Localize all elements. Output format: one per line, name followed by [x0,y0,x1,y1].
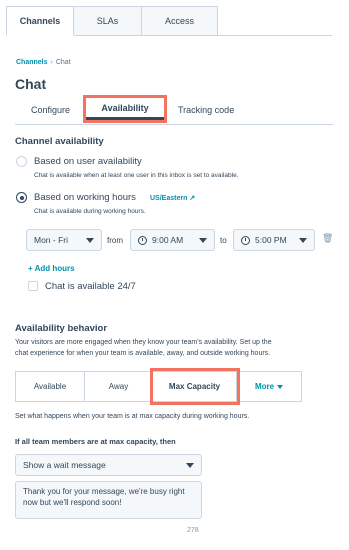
page-number: 278 [187,527,199,534]
page-title: Chat [15,76,47,92]
from-time-value: 9:00 AM [152,235,184,245]
availability-behavior-description: Your visitors are more engaged when they… [15,337,345,359]
top-tabs: Channels SLAs Access [6,6,218,36]
option-user-availability-label: Based on user availability [34,156,142,167]
tab-max-capacity[interactable]: Max Capacity [150,368,240,405]
channel-availability-heading: Channel availability [15,136,104,147]
clock-icon [241,235,250,245]
chevron-down-icon [299,238,307,243]
to-label: to [220,236,227,245]
availability-behavior-heading: Availability behavior [15,323,108,334]
chevron-down-icon [86,238,94,243]
to-time-select[interactable]: 5:00 PM [233,229,315,251]
tab-slas[interactable]: SLAs [74,6,142,36]
timezone-link[interactable]: US/Eastern ↗ [150,194,195,202]
chevron-down-icon [199,238,207,243]
to-time-value: 5:00 PM [255,235,287,245]
from-label: from [107,236,123,245]
tab-available[interactable]: Available [15,371,85,402]
tab-availability[interactable]: Availability [83,95,167,123]
breadcrumb: Channels › Chat [16,59,71,66]
from-time-select[interactable]: 9:00 AM [130,229,215,251]
tab-configure[interactable]: Configure [31,100,70,120]
tab-away[interactable]: Away [85,371,153,402]
wait-message-textarea[interactable]: Thank you for your message, we're busy r… [15,481,202,519]
chevron-down-icon [186,463,194,468]
always-available-checkbox[interactable] [28,281,38,291]
always-available-label: Chat is available 24/7 [45,281,136,292]
timezone-text: US/Eastern [150,195,188,202]
option-working-hours-help: Chat is available during working hours. [34,208,146,215]
option-working-hours-label: Based on working hours [34,192,136,203]
option-user-availability-help: Chat is available when at least one user… [34,172,239,179]
tab-tracking-code[interactable]: Tracking code [178,100,234,120]
tab-more[interactable]: More [237,371,302,402]
breadcrumb-current: Chat [55,59,71,66]
sub-tabs: Configure Availability Tracking code [15,92,333,125]
tab-channels[interactable]: Channels [6,6,74,36]
tab-more-label: More [254,382,275,391]
external-link-icon: ↗ [189,195,196,202]
radio-user-availability[interactable] [16,156,27,167]
add-hours-link[interactable]: + Add hours [28,264,75,273]
description-line-1: Your visitors are more engaged when they… [15,339,272,346]
description-line-2: chat experience for when your team is av… [15,350,271,357]
tabs-divider [74,35,332,36]
behavior-tabs: Available Away Max Capacity More [15,368,302,405]
tab-access[interactable]: Access [142,6,218,36]
breadcrumb-link-channels[interactable]: Channels [16,59,48,66]
breadcrumb-separator: › [50,59,53,66]
days-value: Mon - Fri [34,235,68,245]
max-capacity-question: If all team members are at max capacity,… [15,437,176,446]
max-capacity-description: Set what happens when your team is at ma… [15,413,250,420]
max-capacity-action-select[interactable]: Show a wait message [15,454,202,476]
days-select[interactable]: Mon - Fri [26,229,102,251]
trash-icon[interactable]: 🗑 [322,233,333,244]
radio-working-hours[interactable] [16,192,27,203]
chevron-down-icon [277,384,284,389]
clock-icon [138,235,147,245]
max-capacity-action-value: Show a wait message [23,460,106,470]
